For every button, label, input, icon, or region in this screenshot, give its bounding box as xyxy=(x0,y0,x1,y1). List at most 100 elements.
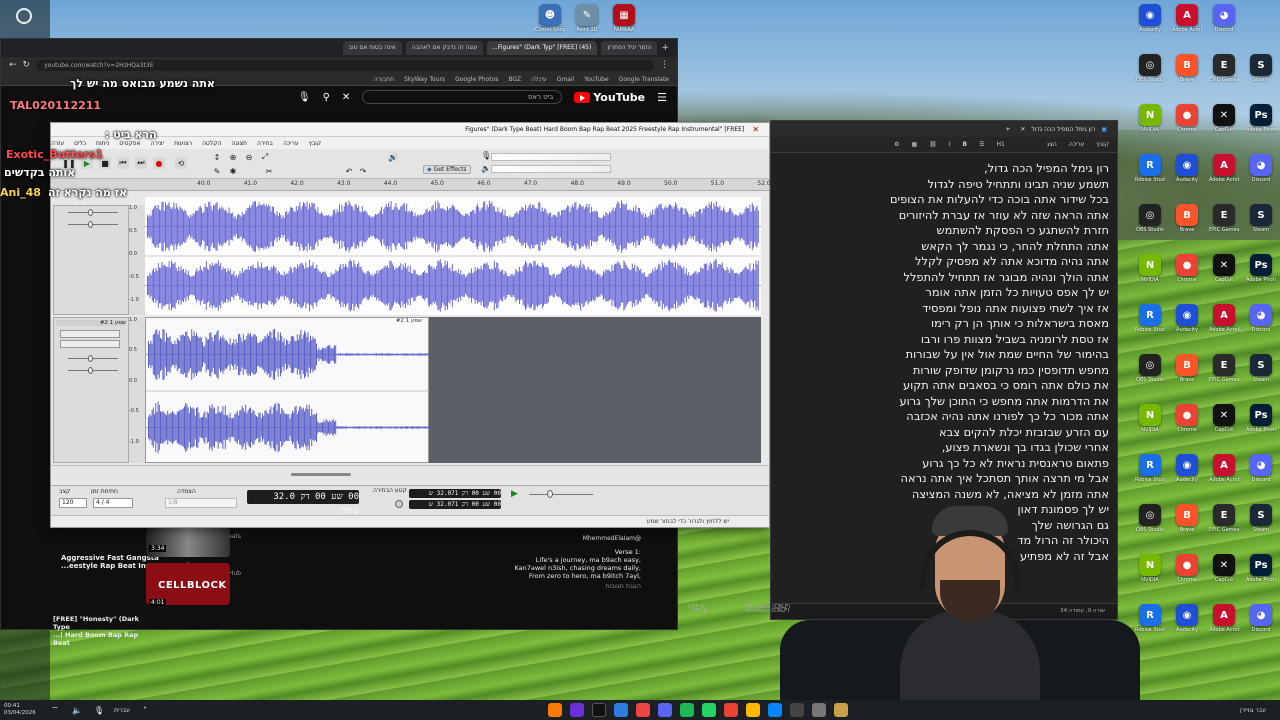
desktop-shortcut[interactable]: N NVIDIA xyxy=(1135,554,1165,583)
loop-button[interactable]: ⟲ xyxy=(175,157,187,169)
new-tab-icon[interactable]: + xyxy=(661,43,669,53)
video-thumbnail-1[interactable] xyxy=(146,527,230,557)
taskbar-app-icon[interactable] xyxy=(635,703,650,717)
taskbar-app-icon[interactable] xyxy=(701,703,716,717)
desktop-shortcut[interactable]: S Steam xyxy=(1246,504,1276,533)
settings-circle-icon[interactable] xyxy=(16,8,32,24)
browser-tab[interactable]: אינה בטוח אם טוב xyxy=(342,41,402,55)
clip-title[interactable]: שמע 1 #2 xyxy=(396,318,422,324)
show-replies-button[interactable]: הצגת תגובות xyxy=(481,582,641,590)
new-tab-icon[interactable]: + xyxy=(1005,126,1010,133)
desktop-shortcut[interactable]: RRoblox Studio xyxy=(1135,154,1165,183)
pan-slider[interactable] xyxy=(68,370,118,371)
desktop-shortcut[interactable]: AAdobe Acrobat xyxy=(1209,154,1239,183)
youtube-search-input[interactable]: ביט ראפ xyxy=(362,90,563,104)
desktop-shortcut[interactable]: RRoblox Studio xyxy=(1135,454,1165,483)
speed-slider-knob[interactable] xyxy=(547,490,553,498)
menu-file[interactable]: קובץ xyxy=(1096,141,1109,148)
italic-icon[interactable]: I xyxy=(949,141,951,148)
desktop-shortcut[interactable]: ◕ Discord xyxy=(1246,304,1276,333)
audacity-menu-item[interactable]: רצועות xyxy=(174,140,192,147)
selection-end[interactable]: 00 שע 00 דק 32.071 ש xyxy=(409,500,501,509)
url-input[interactable]: youtube.com/watch?v=2HzHQa3t3E xyxy=(36,59,654,71)
meter-select[interactable]: 4 / 4 xyxy=(93,498,133,508)
taskbar-app-icon[interactable] xyxy=(789,703,804,717)
desktop-shortcut[interactable]: ◉ Audacity xyxy=(1172,454,1202,483)
desktop-shortcut[interactable]: B Brave xyxy=(1172,354,1202,383)
desktop-shortcut[interactable]: RRoblox Studio xyxy=(1135,604,1165,633)
desktop-shortcut[interactable]: ✕ CapCut xyxy=(1209,404,1239,433)
desktop-shortcut[interactable]: AAdobe Acrobat xyxy=(1209,304,1239,333)
undo-icon[interactable]: ↶ xyxy=(343,165,355,177)
taskbar-app-icon[interactable] xyxy=(569,703,584,717)
taskbar-app-icon[interactable] xyxy=(723,703,738,717)
bookmark-item[interactable]: Google Translate xyxy=(619,76,669,83)
desktop-shortcut[interactable]: B Brave xyxy=(1172,54,1202,83)
taskbar-app-icon[interactable] xyxy=(833,703,848,717)
taskbar-app-icon[interactable] xyxy=(591,703,606,717)
draw-tool-icon[interactable]: ✎ xyxy=(211,165,223,177)
settings-icon[interactable]: ⚙ xyxy=(894,141,899,148)
desktop-shortcut[interactable]: E EPIC Games xyxy=(1209,504,1239,533)
table-icon[interactable]: ▦ xyxy=(911,141,917,148)
play-at-speed-button[interactable]: ▶ xyxy=(511,489,518,499)
taskbar-app-icon[interactable] xyxy=(679,703,694,717)
desktop-shortcut[interactable]: N NVIDIA xyxy=(1135,254,1165,283)
desktop-icon-comet[interactable]: ☻ Comet Shop xyxy=(535,4,565,33)
desktop-shortcut[interactable]: S Steam xyxy=(1246,204,1276,233)
zoom-out-icon[interactable]: ⊖ xyxy=(243,151,255,163)
weather-label[interactable]: עבר גוויירן xyxy=(1240,707,1266,714)
bookmark-item[interactable]: BGZ xyxy=(508,76,521,83)
hamburger-icon[interactable]: ☰ xyxy=(657,91,667,104)
desktop-shortcut[interactable]: N NVIDIA xyxy=(1135,104,1165,133)
desktop-shortcut[interactable]: AAdobe Acrobat xyxy=(1209,454,1239,483)
desktop-shortcut[interactable]: ● Chrome xyxy=(1172,104,1202,133)
track-2-area[interactable]: שמע 1 #2 xyxy=(145,317,761,463)
gain-slider[interactable] xyxy=(68,212,118,213)
desktop-shortcut[interactable]: ✕ CapCut xyxy=(1209,104,1239,133)
desktop-shortcut[interactable]: E EPIC Games xyxy=(1209,204,1239,233)
language-indicator[interactable]: עברית xyxy=(114,707,130,714)
list-icon[interactable]: ☰ xyxy=(979,141,984,148)
bold-icon[interactable]: B xyxy=(963,141,968,148)
youtube-logo[interactable]: YouTube xyxy=(574,91,645,104)
desktop-shortcut[interactable]: ◕ Discord xyxy=(1246,454,1276,483)
desktop-shortcut[interactable]: ◕ Discord xyxy=(1246,154,1276,183)
track-1-waveform[interactable] xyxy=(145,197,761,315)
multi-tool-icon[interactable]: ✱ xyxy=(227,165,239,177)
browser-tab[interactable]: הזמר יגיל הפתרון xyxy=(601,41,658,55)
taskbar-app-icon[interactable] xyxy=(547,703,562,717)
desktop-shortcut[interactable]: B Brave xyxy=(1172,204,1202,233)
snap-select[interactable]: 1/8 xyxy=(165,498,237,508)
desktop-shortcut[interactable]: E EPIC Games xyxy=(1209,354,1239,383)
taskbar-app-icon[interactable] xyxy=(811,703,826,717)
desktop-shortcut[interactable]: ◉ Audacity xyxy=(1135,4,1165,33)
desktop-shortcut[interactable]: N NVIDIA xyxy=(1135,404,1165,433)
meter-play[interactable] xyxy=(491,165,611,173)
audio-position-display[interactable]: 00 שע 00 דק 32.0 שניות xyxy=(247,490,359,516)
chevron-up-icon[interactable]: ˄ xyxy=(138,703,152,717)
envelope-tool-icon[interactable]: ↕ xyxy=(211,151,223,163)
track-2-header[interactable]: שמע 1 #2 xyxy=(53,317,129,463)
desktop-shortcut[interactable]: PsAdobe Photoshop xyxy=(1246,404,1276,433)
selection-start[interactable]: 00 שע 00 דק 32.071 ש xyxy=(409,489,501,498)
mic-icon[interactable]: 🎙 xyxy=(298,92,311,103)
clock[interactable]: 00:41 03/04/2026 xyxy=(4,703,44,717)
desktop-shortcut[interactable]: ◎ OBS Studio xyxy=(1135,204,1165,233)
desktop-shortcut[interactable]: ◎ OBS Studio xyxy=(1135,54,1165,83)
reload-icon[interactable]: ↻ xyxy=(23,60,31,70)
cut-icon[interactable]: ✂ xyxy=(263,165,275,177)
heading-dropdown[interactable]: H1 xyxy=(997,141,1005,148)
zoom-in-icon[interactable]: ⊕ xyxy=(227,151,239,163)
desktop-shortcut[interactable]: B Brave xyxy=(1172,504,1202,533)
desktop-shortcut[interactable]: ◉ Audacity xyxy=(1172,154,1202,183)
audio-setup-icon[interactable]: 🔊 xyxy=(387,151,399,163)
menu-edit[interactable]: עריכה xyxy=(1069,141,1085,148)
desktop-icon-famaaa[interactable]: ▦ FAMAAA xyxy=(609,4,639,33)
horizontal-scrollbar[interactable] xyxy=(51,465,769,483)
mic-tray-icon[interactable]: 🎙 xyxy=(92,703,106,717)
audacity-menu-item[interactable]: תצוגה xyxy=(231,140,247,147)
get-effects-button[interactable]: ◆ Get Effects xyxy=(423,165,471,174)
desktop-shortcut[interactable]: PsAdobe Photoshop xyxy=(1246,254,1276,283)
desktop-shortcut[interactable]: S Steam xyxy=(1246,54,1276,83)
